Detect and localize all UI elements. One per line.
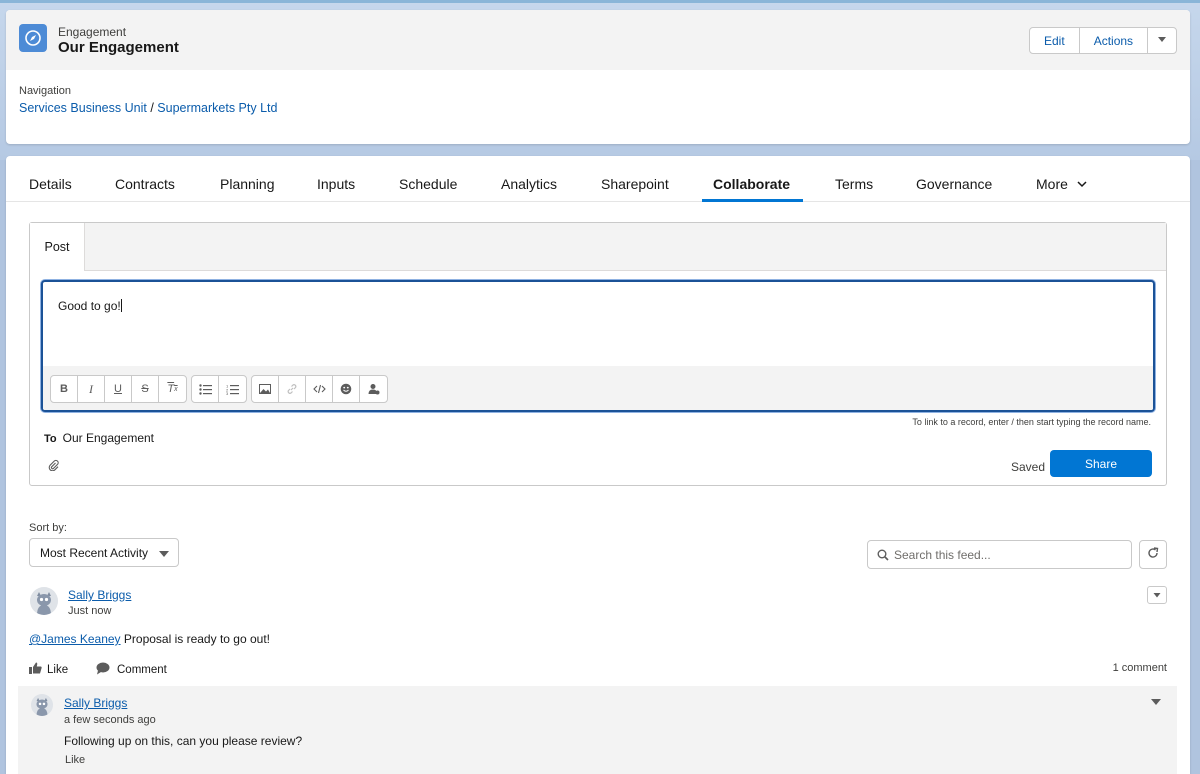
post-author-link[interactable]: Sally Briggs: [68, 588, 131, 602]
insert-group: [251, 375, 388, 403]
chevron-down-icon: [1152, 588, 1162, 603]
strikethrough-icon[interactable]: S: [132, 376, 159, 402]
underline-icon[interactable]: U: [105, 376, 132, 402]
chevron-down-icon: [1076, 177, 1088, 193]
clear-formatting-icon[interactable]: Tx: [159, 376, 186, 402]
recipient-value: Our Engagement: [62, 431, 155, 445]
search-icon: [877, 549, 889, 564]
breadcrumb-separator: /: [150, 101, 154, 115]
post-recipient: To Our Engagement: [44, 431, 154, 445]
edit-button[interactable]: Edit: [1030, 28, 1080, 53]
post-timestamp[interactable]: Just now: [68, 605, 111, 617]
tab-analytics[interactable]: Analytics: [501, 176, 557, 192]
tab-details[interactable]: Details: [29, 176, 72, 192]
post-editor[interactable]: Good to go! B I U S Tx 123: [41, 280, 1155, 412]
text-caret: [120, 299, 122, 312]
rich-text-toolbar: B I U S Tx 123: [43, 366, 1153, 410]
svg-text:3: 3: [226, 391, 229, 395]
feed-search-placeholder: Search this feed...: [894, 547, 991, 562]
actions-button[interactable]: Actions: [1080, 28, 1149, 53]
sort-select-value: Most Recent Activity: [40, 545, 149, 560]
post-menu-button[interactable]: [1147, 586, 1167, 604]
tab-inputs[interactable]: Inputs: [317, 176, 355, 192]
tab-more[interactable]: More: [1036, 176, 1088, 193]
record-body: Details Contracts Planning Inputs Schedu…: [6, 156, 1190, 774]
tab-planning[interactable]: Planning: [220, 176, 275, 192]
mention-link[interactable]: @James Keaney: [29, 632, 121, 646]
sort-select[interactable]: Most Recent Activity: [29, 538, 179, 567]
share-button[interactable]: Share: [1050, 450, 1152, 477]
comment-count[interactable]: 1 comment: [1113, 662, 1167, 674]
comment-icon: [96, 662, 115, 678]
mention-user-icon[interactable]: [360, 376, 387, 402]
record-header: Engagement Our Engagement Edit Actions N…: [6, 10, 1190, 144]
bold-icon[interactable]: B: [51, 376, 78, 402]
publisher-tab-post[interactable]: Post: [30, 223, 85, 271]
tab-schedule[interactable]: Schedule: [399, 176, 457, 192]
comment-button[interactable]: Comment: [96, 662, 167, 678]
tab-contracts[interactable]: Contracts: [115, 176, 175, 192]
tab-governance[interactable]: Governance: [916, 176, 992, 192]
record-link-hint: To link to a record, enter / then start …: [912, 417, 1151, 427]
tab-sharepoint[interactable]: Sharepoint: [601, 176, 669, 192]
breadcrumb: Services Business Unit / Supermarkets Pt…: [19, 101, 277, 115]
breadcrumb-business-unit-link[interactable]: Services Business Unit: [19, 101, 147, 115]
like-label: Like: [47, 663, 69, 676]
compass-icon: [19, 24, 47, 52]
link-icon[interactable]: [279, 376, 306, 402]
saved-status: Saved: [1011, 460, 1046, 474]
refresh-feed-button[interactable]: [1139, 540, 1167, 569]
active-tab-indicator: [702, 199, 803, 202]
chevron-down-icon: [1156, 33, 1168, 48]
recipient-label: To: [44, 433, 57, 445]
tab-collaborate[interactable]: Collaborate: [713, 176, 790, 192]
comment-like-button[interactable]: Like: [65, 754, 85, 766]
sort-by-label: Sort by:: [29, 522, 67, 534]
post-body-text: Proposal is ready to go out!: [120, 632, 270, 646]
tab-terms[interactable]: Terms: [835, 176, 873, 192]
avatar[interactable]: [30, 587, 58, 615]
comment-body: Following up on this, can you please rev…: [64, 734, 303, 748]
dropdown-arrow-icon: [159, 551, 169, 557]
feed-search-input[interactable]: Search this feed...: [867, 540, 1132, 569]
record-title: Our Engagement: [58, 39, 179, 56]
numbered-list-icon[interactable]: 123: [219, 376, 246, 402]
thumbs-up-icon: [29, 662, 47, 677]
emoji-icon[interactable]: [333, 376, 360, 402]
comment-menu-chevron-icon[interactable]: [1151, 699, 1161, 705]
breadcrumb-account-link[interactable]: Supermarkets Pty Ltd: [157, 101, 277, 115]
text-format-group: B I U S Tx: [50, 375, 187, 403]
comment-item: Sally Briggs a few seconds ago Following…: [18, 686, 1177, 774]
record-object-type: Engagement: [58, 25, 127, 39]
avatar[interactable]: [31, 694, 53, 716]
feed-publisher: Post Good to go! B I U S Tx 123 To link …: [29, 222, 1167, 486]
bulleted-list-icon[interactable]: [192, 376, 219, 402]
post-editor-text[interactable]: Good to go!: [58, 299, 122, 313]
comment-author-link[interactable]: Sally Briggs: [64, 696, 127, 710]
attach-file-icon[interactable]: [48, 459, 60, 474]
publisher-tabs: Post: [30, 223, 1166, 271]
record-actions-group: Edit Actions: [1029, 27, 1178, 54]
code-icon[interactable]: [306, 376, 333, 402]
post-editor-value: Good to go!: [58, 299, 121, 313]
record-header-top: Engagement Our Engagement Edit Actions: [6, 10, 1190, 70]
tab-more-label: More: [1036, 176, 1068, 192]
image-icon[interactable]: [252, 376, 279, 402]
refresh-icon: [1147, 547, 1159, 562]
tab-bar: Details Contracts Planning Inputs Schedu…: [6, 156, 1190, 202]
post-body: @James Keaney Proposal is ready to go ou…: [29, 632, 270, 646]
navigation-label: Navigation: [19, 85, 71, 97]
list-group: 123: [191, 375, 247, 403]
italic-icon[interactable]: I: [78, 376, 105, 402]
comment-label: Comment: [117, 664, 167, 676]
like-button[interactable]: Like: [29, 662, 68, 677]
comment-timestamp: a few seconds ago: [64, 714, 156, 726]
more-actions-button[interactable]: [1148, 28, 1176, 53]
